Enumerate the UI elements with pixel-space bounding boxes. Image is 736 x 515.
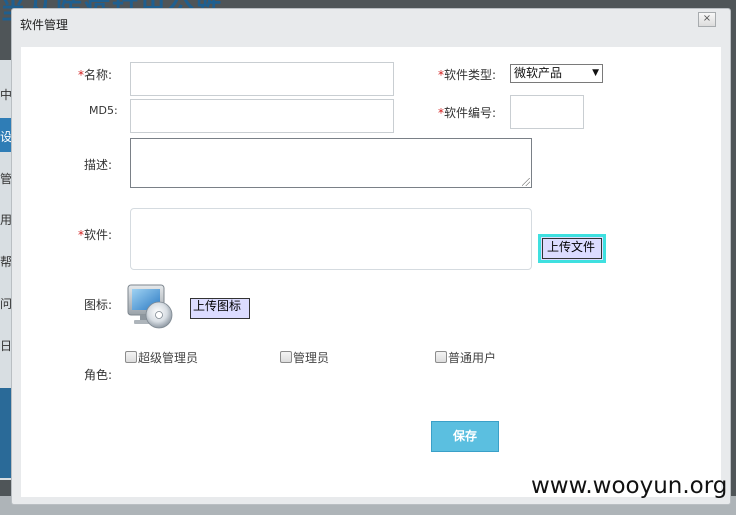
role-option-normal-user[interactable]: 普通用户 bbox=[435, 351, 496, 365]
dialog-title: 软件管理 bbox=[20, 18, 69, 32]
software-type-label: *软件类型: bbox=[438, 68, 497, 82]
upload-file-button[interactable]: 上传文件 bbox=[538, 234, 606, 263]
md5-input[interactable] bbox=[130, 99, 394, 133]
checkbox[interactable] bbox=[280, 351, 292, 363]
role-option-label: 超级管理员 bbox=[138, 351, 199, 365]
role-option-label: 普通用户 bbox=[448, 351, 497, 365]
software-label: *软件: bbox=[78, 228, 113, 242]
md5-label: MD5: bbox=[89, 104, 118, 117]
checkbox[interactable] bbox=[435, 351, 447, 363]
icon-label: 图标: bbox=[84, 298, 113, 312]
chevron-down-icon: ▼ bbox=[592, 68, 599, 78]
upload-icon-button[interactable]: 上传图标 bbox=[190, 298, 250, 319]
software-type-value: 微软产品 bbox=[514, 66, 563, 80]
software-number-input[interactable] bbox=[510, 95, 584, 129]
software-number-label: *软件编号: bbox=[438, 106, 497, 120]
checkbox[interactable] bbox=[125, 351, 137, 363]
watermark: www.wooyun.org bbox=[531, 473, 728, 499]
role-label: 角色: bbox=[84, 368, 113, 382]
resize-grip-icon[interactable] bbox=[522, 178, 530, 186]
computer-cd-icon bbox=[127, 284, 173, 329]
upload-file-button-label: 上传文件 bbox=[542, 238, 602, 259]
name-label: *名称: bbox=[78, 68, 113, 82]
close-icon[interactable]: × bbox=[698, 12, 716, 27]
save-button[interactable]: 保存 bbox=[431, 421, 499, 452]
role-option-label: 管理员 bbox=[293, 351, 330, 365]
file-upload-area[interactable] bbox=[130, 208, 532, 270]
role-option-admin[interactable]: 管理员 bbox=[280, 351, 329, 365]
software-type-select[interactable]: 微软产品 ▼ bbox=[510, 64, 603, 83]
dialog-header: 软件管理 × bbox=[12, 9, 730, 41]
role-option-super-admin[interactable]: 超级管理员 bbox=[125, 351, 198, 365]
name-input[interactable] bbox=[130, 62, 394, 96]
description-textarea[interactable] bbox=[130, 138, 532, 188]
description-label: 描述: bbox=[84, 158, 113, 172]
